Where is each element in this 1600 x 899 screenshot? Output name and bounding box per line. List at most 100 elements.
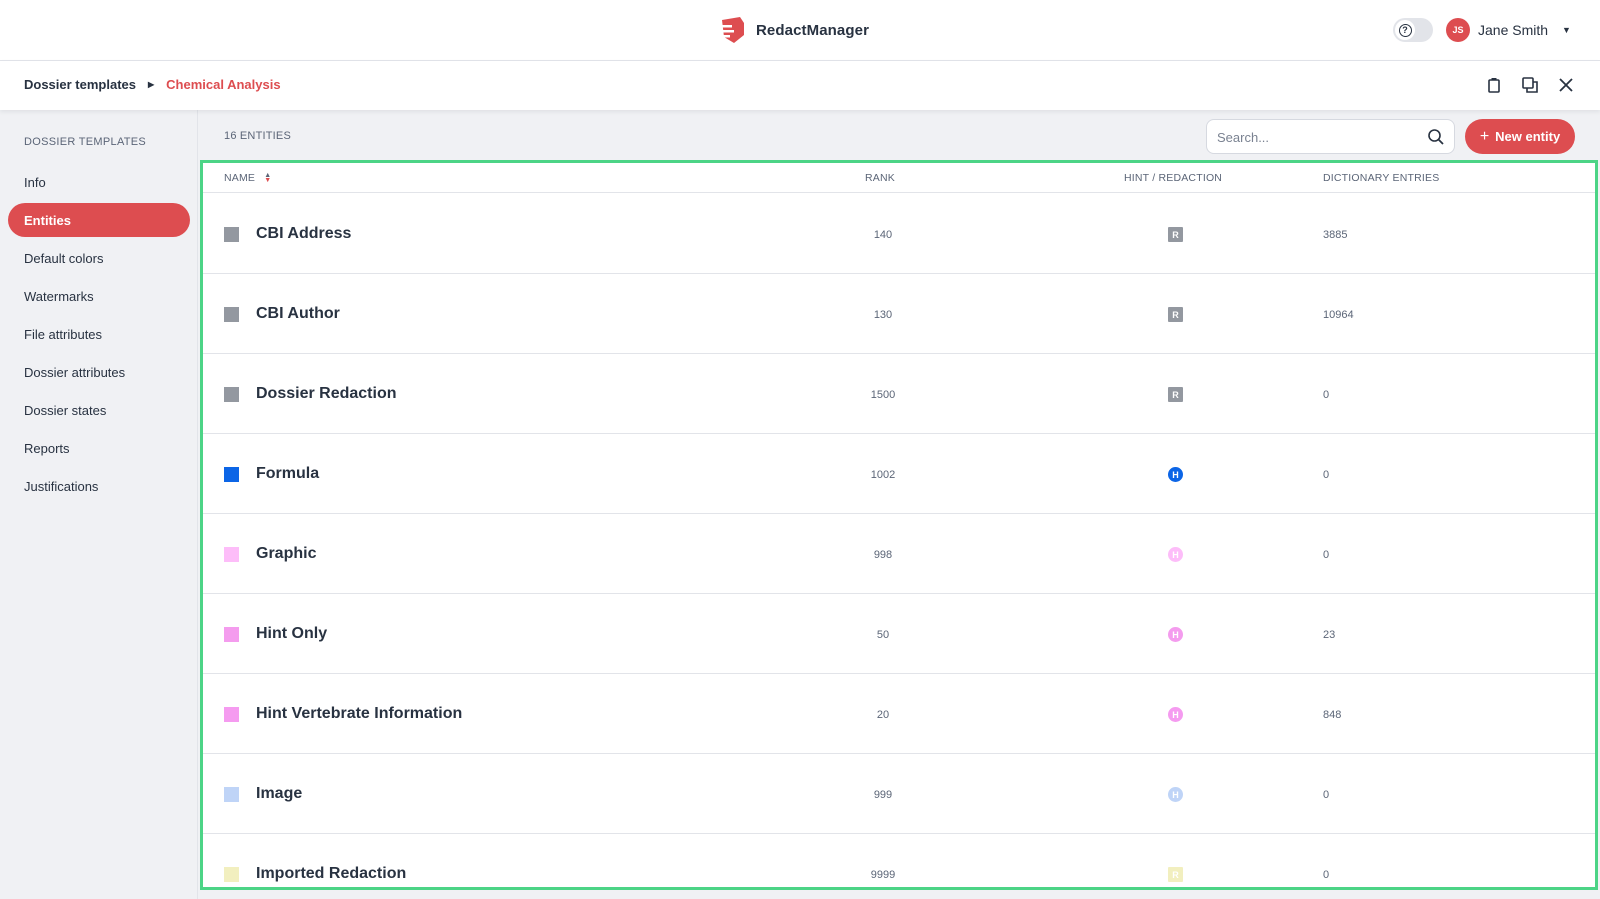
entity-rank: 9999 bbox=[870, 869, 896, 881]
search-field[interactable] bbox=[1206, 119, 1455, 154]
entity-rank: 999 bbox=[873, 789, 893, 801]
entity-name: Imported Redaction bbox=[256, 865, 407, 882]
entity-name: CBI Author bbox=[256, 305, 340, 322]
entities-table: NAME ▲ ▼ RANK HINT / REDACTION DICTIONARY… bbox=[200, 160, 1598, 890]
entity-name: Formula bbox=[256, 465, 320, 482]
trash-icon bbox=[1488, 78, 1500, 93]
entity-name: Dossier Redaction bbox=[256, 385, 397, 402]
table-row[interactable]: Dossier Redaction 1500 R 0 bbox=[203, 354, 1595, 434]
sidebar-item-file-attributes[interactable]: File attributes bbox=[8, 317, 190, 351]
dictionary-count: 0 bbox=[1323, 869, 1330, 881]
dictionary-count: 0 bbox=[1323, 389, 1330, 401]
user-menu[interactable]: JS Jane Smith ▼ bbox=[1446, 18, 1571, 42]
help-icon: ? bbox=[1395, 20, 1415, 40]
dictionary-count: 10964 bbox=[1323, 309, 1354, 321]
user-name: Jane Smith bbox=[1478, 22, 1549, 38]
plus-icon: + bbox=[1479, 127, 1490, 145]
brand[interactable]: RedactManager bbox=[718, 14, 869, 46]
entity-name: Hint Only bbox=[256, 625, 328, 642]
color-swatch bbox=[224, 227, 239, 242]
app-name: RedactManager bbox=[756, 21, 870, 39]
hint-badge-icon: H bbox=[1168, 787, 1183, 802]
dictionary-count: 848 bbox=[1323, 709, 1342, 721]
sidebar-item-dossier-attributes[interactable]: Dossier attributes bbox=[8, 355, 190, 389]
redaction-badge-icon: R bbox=[1168, 227, 1183, 242]
top-bar: RedactManager ? JS Jane Smith ▼ bbox=[0, 0, 1600, 61]
dictionary-count: 0 bbox=[1323, 789, 1330, 801]
breadcrumb: Dossier templates ▶ Chemical Analysis bbox=[24, 77, 281, 92]
column-header-dictionary-entries[interactable]: DICTIONARY ENTRIES bbox=[1323, 172, 1439, 184]
entity-name: Hint Vertebrate Information bbox=[256, 705, 463, 722]
table-row[interactable]: Hint Only 50 H 23 bbox=[203, 594, 1595, 674]
copy-icon bbox=[1522, 77, 1538, 93]
hint-badge-icon: H bbox=[1168, 627, 1183, 642]
clone-button[interactable] bbox=[1520, 75, 1540, 95]
sidebar-item-info[interactable]: Info bbox=[8, 165, 190, 199]
hint-badge-icon: H bbox=[1168, 467, 1183, 482]
sidebar-item-justifications[interactable]: Justifications bbox=[8, 469, 190, 503]
hint-badge-icon: H bbox=[1168, 547, 1183, 562]
sidebar-item-default-colors[interactable]: Default colors bbox=[8, 241, 190, 275]
table-header: NAME ▲ ▼ RANK HINT / REDACTION DICTIONARY… bbox=[203, 163, 1595, 193]
table-row[interactable]: Image 999 H 0 bbox=[203, 754, 1595, 834]
chevron-right-icon: ▶ bbox=[148, 80, 155, 89]
entity-rank: 1002 bbox=[870, 469, 896, 481]
delete-button[interactable] bbox=[1484, 75, 1504, 95]
sidebar: DOSSIER TEMPLATES Info Entities Default … bbox=[0, 110, 198, 899]
avatar: JS bbox=[1446, 18, 1470, 42]
redaction-badge-icon: R bbox=[1168, 307, 1183, 322]
color-swatch bbox=[224, 787, 239, 802]
sort-icon[interactable]: ▲ ▼ bbox=[264, 172, 271, 184]
sidebar-item-reports[interactable]: Reports bbox=[8, 431, 190, 465]
breadcrumb-current[interactable]: Chemical Analysis bbox=[166, 77, 280, 92]
entity-rank: 998 bbox=[873, 549, 893, 561]
column-header-rank[interactable]: RANK bbox=[865, 172, 895, 184]
table-row[interactable]: CBI Author 130 R 10964 bbox=[203, 274, 1595, 354]
sidebar-item-watermarks[interactable]: Watermarks bbox=[8, 279, 190, 313]
dictionary-count: 0 bbox=[1323, 469, 1330, 481]
breadcrumb-root[interactable]: Dossier templates bbox=[24, 77, 136, 92]
header-actions bbox=[1484, 75, 1576, 95]
table-row[interactable]: Imported Redaction 9999 R 0 bbox=[203, 834, 1595, 887]
color-swatch bbox=[224, 707, 239, 722]
search-icon[interactable] bbox=[1427, 128, 1445, 146]
column-name-label: NAME bbox=[224, 172, 256, 184]
close-button[interactable] bbox=[1556, 75, 1576, 95]
dictionary-count: 3885 bbox=[1323, 229, 1348, 241]
close-icon bbox=[1559, 78, 1573, 92]
color-swatch bbox=[224, 867, 239, 882]
breadcrumb-bar: Dossier templates ▶ Chemical Analysis bbox=[0, 61, 1600, 110]
help-mode-toggle[interactable]: ? bbox=[1393, 18, 1433, 42]
entity-rank: 130 bbox=[873, 309, 893, 321]
search-input[interactable] bbox=[1217, 128, 1417, 146]
logo-icon bbox=[718, 17, 744, 43]
table-row[interactable]: Hint Vertebrate Information 20 H 848 bbox=[203, 674, 1595, 754]
new-entity-label: New entity bbox=[1495, 129, 1561, 144]
color-swatch bbox=[224, 467, 239, 482]
color-swatch bbox=[224, 307, 239, 322]
table-row[interactable]: Graphic 998 H 0 bbox=[203, 514, 1595, 594]
entity-rank: 20 bbox=[876, 709, 890, 721]
entity-name: Graphic bbox=[256, 545, 317, 562]
new-entity-button[interactable]: + New entity bbox=[1465, 119, 1575, 154]
table-row[interactable]: Formula 1002 H 0 bbox=[203, 434, 1595, 514]
sidebar-heading: DOSSIER TEMPLATES bbox=[24, 136, 147, 148]
hint-badge-icon: H bbox=[1168, 707, 1183, 722]
color-swatch bbox=[224, 387, 239, 402]
entity-name: Image bbox=[256, 785, 303, 802]
color-swatch bbox=[224, 547, 239, 562]
entity-name: CBI Address bbox=[256, 225, 352, 242]
table-row[interactable]: CBI Address 140 R 3885 bbox=[203, 194, 1595, 274]
sidebar-item-entities[interactable]: Entities bbox=[8, 203, 190, 237]
entity-rank: 1500 bbox=[870, 389, 896, 401]
entity-rank: 50 bbox=[876, 629, 890, 641]
column-header-hint-redaction: HINT / REDACTION bbox=[1124, 172, 1223, 184]
redaction-badge-icon: R bbox=[1168, 867, 1183, 882]
entity-count: 16 ENTITIES bbox=[224, 130, 291, 142]
sidebar-item-dossier-states[interactable]: Dossier states bbox=[8, 393, 190, 427]
entity-rank: 140 bbox=[873, 229, 893, 241]
chevron-down-icon: ▼ bbox=[1562, 25, 1571, 35]
color-swatch bbox=[224, 627, 239, 642]
column-header-name[interactable]: NAME ▲ ▼ bbox=[224, 172, 271, 184]
dictionary-count: 23 bbox=[1323, 629, 1336, 641]
